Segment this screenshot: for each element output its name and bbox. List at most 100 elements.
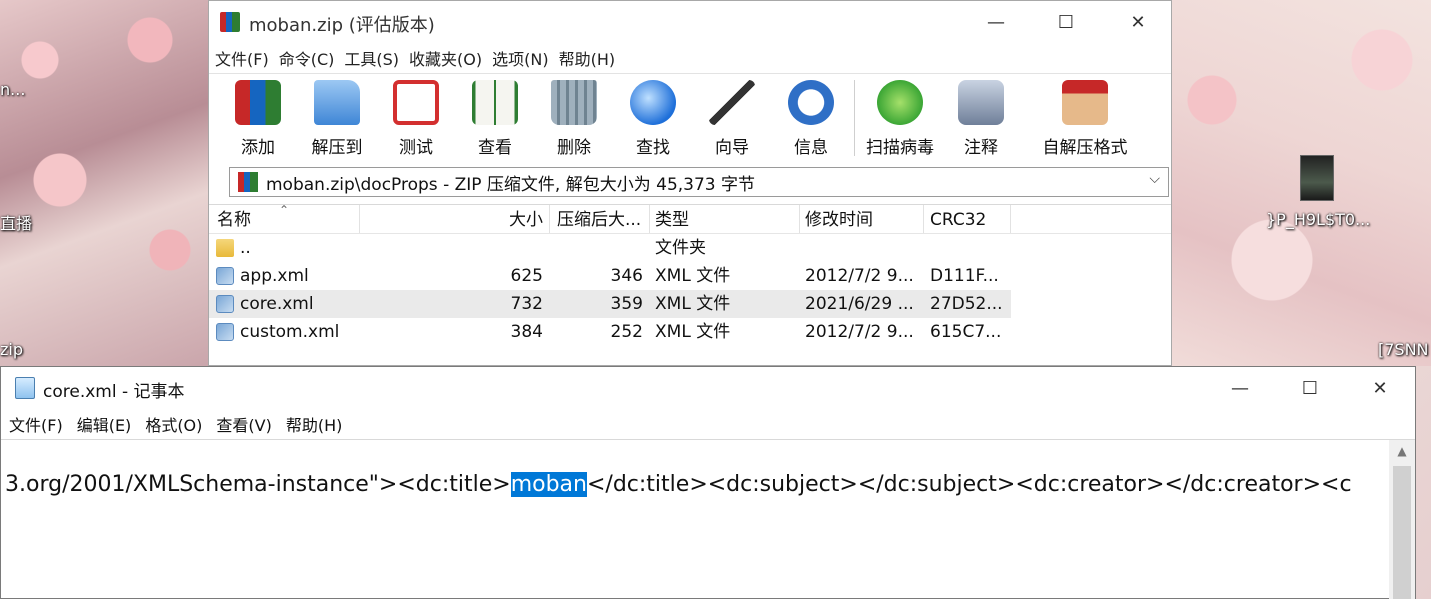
comment-label: 注释	[964, 138, 998, 158]
file-row-parent[interactable]: .. 文件夹	[209, 234, 1171, 262]
comment-button[interactable]: 注释	[946, 80, 1016, 158]
extract-to-button[interactable]: 解压到	[302, 80, 372, 158]
comment-icon	[958, 80, 1004, 125]
toolbar-separator	[854, 80, 855, 156]
menu-favorites[interactable]: 收藏夹(O)	[409, 46, 482, 70]
archive-icon	[238, 172, 258, 192]
file-type: 文件夹	[655, 238, 706, 258]
find-magnifier-icon	[630, 80, 676, 125]
file-modified: 2021/6/29 ...	[805, 294, 914, 314]
extract-to-label: 解压到	[311, 138, 363, 158]
menu-file[interactable]: 文件(F)	[215, 46, 269, 70]
scroll-up-icon[interactable]: ▲	[1389, 444, 1415, 458]
view-button[interactable]: 查看	[460, 80, 530, 158]
file-packed: 252	[610, 322, 643, 342]
window-title: moban.zip (评估版本)	[249, 15, 435, 36]
file-crc: D111F...	[930, 266, 999, 286]
notepad-titlebar[interactable]: core.xml - 记事本 — ☐ ✕	[1, 367, 1415, 409]
menu-format[interactable]: 格式(O)	[145, 412, 202, 436]
menu-view[interactable]: 查看(V)	[216, 412, 271, 436]
minimize-button[interactable]: —	[1217, 367, 1263, 409]
desktop-icon-label[interactable]: n...	[0, 80, 25, 99]
file-crc: 27D52...	[930, 294, 1003, 314]
desktop-icon-label[interactable]: zip	[0, 340, 23, 359]
add-label: 添加	[241, 138, 275, 158]
column-modified[interactable]: 修改时间	[805, 205, 920, 233]
file-row-selected[interactable]: core.xml 732 359 XML 文件 2021/6/29 ... 27…	[209, 290, 1011, 318]
file-row[interactable]: app.xml 625 346 XML 文件 2012/7/2 9... D11…	[209, 262, 1171, 290]
file-size: 732	[510, 294, 543, 314]
file-packed: 359	[610, 294, 643, 314]
delete-label: 删除	[557, 138, 591, 158]
winrar-window: moban.zip (评估版本) — ☐ ✕ 文件(F) 命令(C) 工具(S)…	[208, 0, 1172, 366]
path-text: moban.zip\docProps - ZIP 压缩文件, 解包大小为 45,…	[266, 174, 756, 195]
info-label: 信息	[794, 138, 828, 158]
maximize-button[interactable]: ☐	[1043, 1, 1089, 43]
desktop-wallpaper-left	[0, 0, 210, 370]
add-archive-icon	[235, 80, 281, 125]
document-text: 3.org/2001/XMLSchema-instance"><dc:title…	[5, 472, 1352, 497]
find-label: 查找	[636, 138, 670, 158]
file-size: 384	[510, 322, 543, 342]
text-before-selection: 3.org/2001/XMLSchema-instance"><dc:title…	[5, 472, 511, 497]
column-packed[interactable]: 压缩后大...	[557, 205, 647, 233]
column-crc32[interactable]: CRC32	[930, 205, 1008, 233]
info-icon	[788, 80, 834, 125]
file-row[interactable]: custom.xml 384 252 XML 文件 2012/7/2 9... …	[209, 318, 1171, 346]
menu-bar: 文件(F) 编辑(E) 格式(O) 查看(V) 帮助(H)	[1, 409, 1415, 439]
virus-scan-button[interactable]: 扫描病毒	[865, 80, 935, 158]
notepad-app-icon	[15, 377, 35, 399]
text-after-selection: </dc:title><dc:subject></dc:subject><dc:…	[586, 472, 1352, 497]
file-size: 625	[510, 266, 543, 286]
vertical-scrollbar[interactable]: ▲	[1389, 439, 1415, 599]
notepad-window: core.xml - 记事本 — ☐ ✕ 文件(F) 编辑(E) 格式(O) 查…	[0, 366, 1416, 599]
test-button[interactable]: 测试	[381, 80, 451, 158]
menu-edit[interactable]: 编辑(E)	[77, 412, 132, 436]
file-modified: 2012/7/2 9...	[805, 322, 914, 342]
menu-bar: 文件(F) 命令(C) 工具(S) 收藏夹(O) 选项(N) 帮助(H)	[209, 43, 1171, 73]
desktop-icon-label[interactable]: 直播	[0, 210, 32, 234]
find-button[interactable]: 查找	[618, 80, 688, 158]
file-type: XML 文件	[655, 322, 731, 342]
menu-help[interactable]: 帮助(H)	[559, 46, 616, 70]
maximize-button[interactable]: ☐	[1287, 367, 1333, 409]
sfx-label: 自解压格式	[1042, 138, 1128, 158]
sfx-box-icon	[1062, 80, 1108, 125]
winrar-app-icon	[220, 12, 240, 32]
close-button[interactable]: ✕	[1115, 1, 1161, 43]
virus-scan-icon	[877, 80, 923, 125]
info-button[interactable]: 信息	[776, 80, 846, 158]
wizard-button[interactable]: 向导	[697, 80, 767, 158]
chevron-down-icon[interactable]: ⌵	[1149, 171, 1160, 187]
minimize-button[interactable]: —	[973, 1, 1019, 43]
file-list-header: 名称 ⌃ 大小 压缩后大... 类型 修改时间 CRC32	[209, 203, 1171, 234]
menu-file[interactable]: 文件(F)	[9, 412, 63, 436]
desktop-icon-label[interactable]: [7SNN	[1378, 340, 1429, 359]
file-modified: 2012/7/2 9...	[805, 266, 914, 286]
wizard-wand-icon	[709, 80, 755, 125]
close-button[interactable]: ✕	[1357, 367, 1403, 409]
winrar-titlebar[interactable]: moban.zip (评估版本) — ☐ ✕	[209, 1, 1171, 43]
xml-file-icon	[216, 267, 234, 285]
delete-button[interactable]: 删除	[539, 80, 609, 158]
column-type[interactable]: 类型	[655, 205, 795, 233]
view-book-icon	[472, 80, 518, 125]
file-type: XML 文件	[655, 266, 731, 286]
file-name: app.xml	[240, 266, 309, 286]
menu-help[interactable]: 帮助(H)	[286, 412, 343, 436]
file-crc: 615C7...	[930, 322, 1002, 342]
path-combobox[interactable]: moban.zip\docProps - ZIP 压缩文件, 解包大小为 45,…	[229, 167, 1169, 197]
sfx-button[interactable]: 自解压格式	[1035, 80, 1135, 158]
desktop-file-thumbnail[interactable]	[1300, 155, 1334, 201]
desktop-icon-label[interactable]: }P_H9L$T0...	[1266, 210, 1370, 229]
scrollbar-thumb[interactable]	[1393, 466, 1411, 599]
menu-tools[interactable]: 工具(S)	[344, 46, 399, 70]
file-packed: 346	[610, 266, 643, 286]
add-button[interactable]: 添加	[223, 80, 293, 158]
test-label: 测试	[399, 138, 433, 158]
text-editor-area[interactable]: 3.org/2001/XMLSchema-instance"><dc:title…	[1, 439, 1389, 599]
file-name: core.xml	[240, 294, 314, 314]
menu-commands[interactable]: 命令(C)	[279, 46, 335, 70]
menu-options[interactable]: 选项(N)	[492, 46, 548, 70]
column-size[interactable]: 大小	[361, 205, 543, 233]
